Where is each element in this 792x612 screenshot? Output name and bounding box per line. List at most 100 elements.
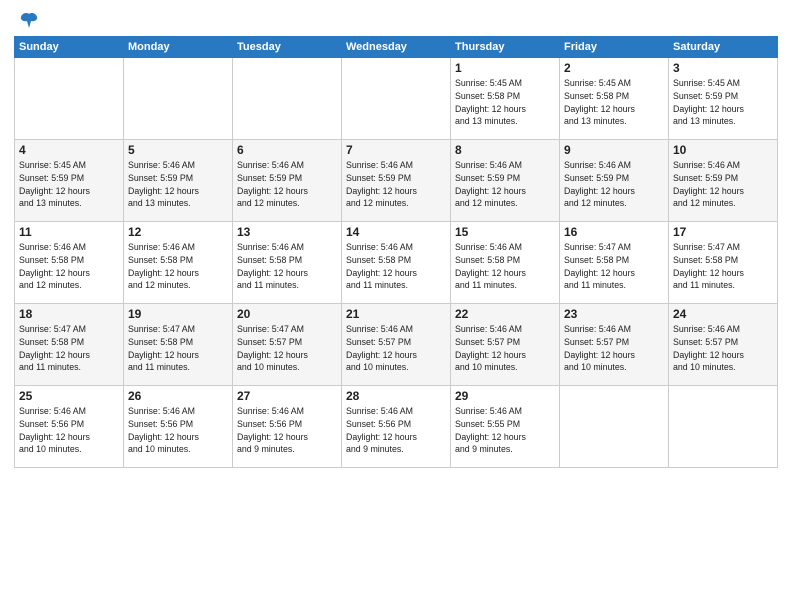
day-number: 17 <box>673 225 773 239</box>
weekday-header-sunday: Sunday <box>15 37 124 58</box>
day-number: 26 <box>128 389 228 403</box>
calendar-table: SundayMondayTuesdayWednesdayThursdayFrid… <box>14 36 778 468</box>
weekday-header-monday: Monday <box>124 37 233 58</box>
calendar-cell: 17 Sunrise: 5:47 AM Sunset: 5:58 PM Dayli… <box>669 222 778 304</box>
day-info: Sunrise: 5:46 AM Sunset: 5:56 PM Dayligh… <box>346 405 446 456</box>
day-number: 9 <box>564 143 664 157</box>
day-number: 22 <box>455 307 555 321</box>
day-info: Sunrise: 5:46 AM Sunset: 5:57 PM Dayligh… <box>564 323 664 374</box>
calendar-cell: 25 Sunrise: 5:46 AM Sunset: 5:56 PM Dayli… <box>15 386 124 468</box>
day-number: 28 <box>346 389 446 403</box>
calendar-cell: 28 Sunrise: 5:46 AM Sunset: 5:56 PM Dayli… <box>342 386 451 468</box>
weekday-header-saturday: Saturday <box>669 37 778 58</box>
day-info: Sunrise: 5:46 AM Sunset: 5:56 PM Dayligh… <box>237 405 337 456</box>
calendar-cell: 15 Sunrise: 5:46 AM Sunset: 5:58 PM Dayli… <box>451 222 560 304</box>
day-info: Sunrise: 5:46 AM Sunset: 5:56 PM Dayligh… <box>128 405 228 456</box>
day-number: 13 <box>237 225 337 239</box>
calendar-cell <box>124 58 233 140</box>
day-number: 24 <box>673 307 773 321</box>
day-info: Sunrise: 5:46 AM Sunset: 5:55 PM Dayligh… <box>455 405 555 456</box>
weekday-header-tuesday: Tuesday <box>233 37 342 58</box>
calendar-cell: 6 Sunrise: 5:46 AM Sunset: 5:59 PM Daylig… <box>233 140 342 222</box>
calendar-cell: 16 Sunrise: 5:47 AM Sunset: 5:58 PM Dayli… <box>560 222 669 304</box>
day-number: 10 <box>673 143 773 157</box>
calendar-cell: 9 Sunrise: 5:46 AM Sunset: 5:59 PM Daylig… <box>560 140 669 222</box>
calendar-cell: 14Sunrise: 5:46 AM Sunset: 5:58 PM Dayli… <box>342 222 451 304</box>
calendar-cell: 22 Sunrise: 5:46 AM Sunset: 5:57 PM Dayli… <box>451 304 560 386</box>
day-info: Sunrise: 5:46 AM Sunset: 5:58 PM Dayligh… <box>237 241 337 292</box>
calendar-cell <box>342 58 451 140</box>
day-info: Sunrise: 5:47 AM Sunset: 5:58 PM Dayligh… <box>564 241 664 292</box>
day-number: 11 <box>19 225 119 239</box>
day-info: Sunrise: 5:47 AM Sunset: 5:57 PM Dayligh… <box>237 323 337 374</box>
day-info: Sunrise: 5:47 AM Sunset: 5:58 PM Dayligh… <box>673 241 773 292</box>
calendar-cell: 5 Sunrise: 5:46 AM Sunset: 5:59 PM Daylig… <box>124 140 233 222</box>
calendar-cell: 29 Sunrise: 5:46 AM Sunset: 5:55 PM Dayli… <box>451 386 560 468</box>
day-number: 18 <box>19 307 119 321</box>
weekday-header-thursday: Thursday <box>451 37 560 58</box>
day-info: Sunrise: 5:45 AM Sunset: 5:59 PM Dayligh… <box>673 77 773 128</box>
day-number: 3 <box>673 61 773 75</box>
day-number: 2 <box>564 61 664 75</box>
calendar-cell: 10 Sunrise: 5:46 AM Sunset: 5:59 PM Dayli… <box>669 140 778 222</box>
week-row-2: 4 Sunrise: 5:45 AM Sunset: 5:59 PM Daylig… <box>15 140 778 222</box>
day-number: 16 <box>564 225 664 239</box>
day-info: Sunrise: 5:47 AM Sunset: 5:58 PM Dayligh… <box>19 323 119 374</box>
calendar-cell <box>669 386 778 468</box>
day-number: 1 <box>455 61 555 75</box>
calendar-cell: 24Sunrise: 5:46 AM Sunset: 5:57 PM Dayli… <box>669 304 778 386</box>
week-row-4: 18 Sunrise: 5:47 AM Sunset: 5:58 PM Dayli… <box>15 304 778 386</box>
day-info: Sunrise: 5:46 AM Sunset: 5:59 PM Dayligh… <box>237 159 337 210</box>
day-number: 21 <box>346 307 446 321</box>
week-row-3: 11 Sunrise: 5:46 AM Sunset: 5:58 PM Dayli… <box>15 222 778 304</box>
day-info: Sunrise: 5:47 AM Sunset: 5:58 PM Dayligh… <box>128 323 228 374</box>
day-info: Sunrise: 5:46 AM Sunset: 5:56 PM Dayligh… <box>19 405 119 456</box>
day-number: 7 <box>346 143 446 157</box>
day-number: 25 <box>19 389 119 403</box>
calendar-cell: 20 Sunrise: 5:47 AM Sunset: 5:57 PM Dayli… <box>233 304 342 386</box>
calendar-cell: 27 Sunrise: 5:46 AM Sunset: 5:56 PM Dayli… <box>233 386 342 468</box>
day-number: 4 <box>19 143 119 157</box>
day-number: 12 <box>128 225 228 239</box>
calendar-cell: 21Sunrise: 5:46 AM Sunset: 5:57 PM Dayli… <box>342 304 451 386</box>
calendar-cell <box>233 58 342 140</box>
calendar-cell <box>15 58 124 140</box>
week-row-5: 25 Sunrise: 5:46 AM Sunset: 5:56 PM Dayli… <box>15 386 778 468</box>
day-number: 5 <box>128 143 228 157</box>
calendar-cell: 12 Sunrise: 5:46 AM Sunset: 5:58 PM Dayli… <box>124 222 233 304</box>
calendar-cell: 13 Sunrise: 5:46 AM Sunset: 5:58 PM Dayli… <box>233 222 342 304</box>
weekday-header-friday: Friday <box>560 37 669 58</box>
day-info: Sunrise: 5:46 AM Sunset: 5:59 PM Dayligh… <box>346 159 446 210</box>
calendar-cell: 4 Sunrise: 5:45 AM Sunset: 5:59 PM Daylig… <box>15 140 124 222</box>
day-info: Sunrise: 5:46 AM Sunset: 5:59 PM Dayligh… <box>455 159 555 210</box>
calendar-cell: 19 Sunrise: 5:47 AM Sunset: 5:58 PM Dayli… <box>124 304 233 386</box>
day-number: 19 <box>128 307 228 321</box>
day-info: Sunrise: 5:46 AM Sunset: 5:59 PM Dayligh… <box>128 159 228 210</box>
weekday-header-wednesday: Wednesday <box>342 37 451 58</box>
calendar-cell <box>560 386 669 468</box>
calendar-cell: 8 Sunrise: 5:46 AM Sunset: 5:59 PM Daylig… <box>451 140 560 222</box>
day-info: Sunrise: 5:46 AM Sunset: 5:57 PM Dayligh… <box>455 323 555 374</box>
day-number: 20 <box>237 307 337 321</box>
week-row-1: 1 Sunrise: 5:45 AM Sunset: 5:58 PM Daylig… <box>15 58 778 140</box>
day-info: Sunrise: 5:45 AM Sunset: 5:58 PM Dayligh… <box>455 77 555 128</box>
day-info: Sunrise: 5:46 AM Sunset: 5:58 PM Dayligh… <box>19 241 119 292</box>
day-info: Sunrise: 5:46 AM Sunset: 5:59 PM Dayligh… <box>564 159 664 210</box>
day-number: 6 <box>237 143 337 157</box>
day-number: 8 <box>455 143 555 157</box>
day-info: Sunrise: 5:45 AM Sunset: 5:59 PM Dayligh… <box>19 159 119 210</box>
weekday-header-row: SundayMondayTuesdayWednesdayThursdayFrid… <box>15 37 778 58</box>
calendar-cell: 1 Sunrise: 5:45 AM Sunset: 5:58 PM Daylig… <box>451 58 560 140</box>
day-info: Sunrise: 5:46 AM Sunset: 5:58 PM Dayligh… <box>455 241 555 292</box>
page-container: SundayMondayTuesdayWednesdayThursdayFrid… <box>0 0 792 476</box>
day-info: Sunrise: 5:45 AM Sunset: 5:58 PM Dayligh… <box>564 77 664 128</box>
day-number: 27 <box>237 389 337 403</box>
day-number: 15 <box>455 225 555 239</box>
calendar-cell: 3 Sunrise: 5:45 AM Sunset: 5:59 PM Daylig… <box>669 58 778 140</box>
calendar-cell: 26 Sunrise: 5:46 AM Sunset: 5:56 PM Dayli… <box>124 386 233 468</box>
calendar-cell: 2 Sunrise: 5:45 AM Sunset: 5:58 PM Daylig… <box>560 58 669 140</box>
day-info: Sunrise: 5:46 AM Sunset: 5:59 PM Dayligh… <box>673 159 773 210</box>
calendar-cell: 23Sunrise: 5:46 AM Sunset: 5:57 PM Dayli… <box>560 304 669 386</box>
day-info: Sunrise: 5:46 AM Sunset: 5:58 PM Dayligh… <box>128 241 228 292</box>
day-number: 29 <box>455 389 555 403</box>
